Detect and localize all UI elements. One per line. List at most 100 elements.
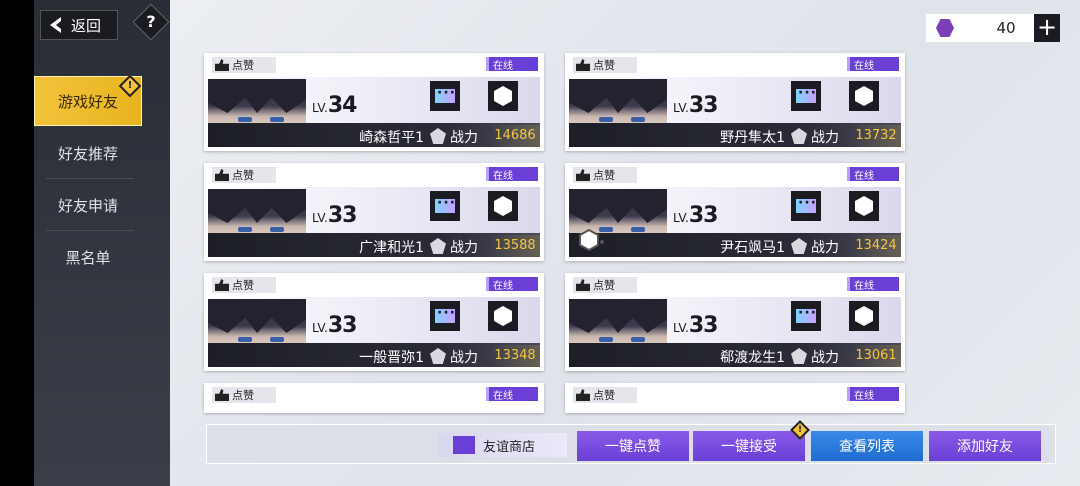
power-value: 13732 xyxy=(851,125,901,147)
power-label: 战力 xyxy=(450,240,478,256)
online-status-badge: 在线 xyxy=(486,387,538,402)
power-label: 战力 xyxy=(811,240,839,256)
chat-icon xyxy=(435,195,456,213)
player-name: 广津和光1 xyxy=(359,240,424,256)
friendship-shop-button[interactable]: 友谊商店 xyxy=(439,433,567,457)
shop-icon xyxy=(453,436,475,454)
like-button[interactable]: 点赞 xyxy=(212,167,276,183)
like-label: 点赞 xyxy=(593,279,615,292)
gift-button[interactable] xyxy=(849,301,879,331)
divider xyxy=(46,230,134,231)
power-value: 13588 xyxy=(490,235,540,257)
friend-card[interactable]: 点赞 在线 LV.34 崎森哲平1 战力 14686 xyxy=(204,53,544,151)
level-value: 34 xyxy=(327,93,358,118)
player-level: LV.33 xyxy=(673,313,719,338)
view-list-button[interactable]: 查看列表 xyxy=(811,431,923,461)
like-button[interactable]: 点赞 xyxy=(573,167,637,183)
online-label: 在线 xyxy=(854,390,874,402)
gift-icon xyxy=(494,306,512,326)
friend-card[interactable]: 点赞 在线 LV.33 郗渡龙生1 战力 13061 xyxy=(565,273,905,371)
level-value: 33 xyxy=(688,313,719,338)
online-status-badge: 在线 xyxy=(847,167,899,182)
accept-all-button[interactable]: 一键接受 xyxy=(693,431,805,461)
gift-button[interactable] xyxy=(488,81,518,111)
friend-card[interactable]: 点赞 在线 LV.33 广津和光1 战力 13588 xyxy=(204,163,544,261)
sidebar-item-blacklist[interactable]: 黑名单 xyxy=(34,232,142,282)
gift-button[interactable] xyxy=(849,191,879,221)
level-prefix: LV. xyxy=(312,211,328,225)
like-label: 点赞 xyxy=(232,59,254,72)
sidebar-item-label: 好友推荐 xyxy=(57,144,118,163)
like-label: 点赞 xyxy=(232,279,254,292)
online-label: 在线 xyxy=(493,170,513,182)
chat-button[interactable] xyxy=(430,191,460,221)
like-button[interactable]: 点赞 xyxy=(212,387,276,403)
level-value: 33 xyxy=(688,203,719,228)
bottom-action-bar: 友谊商店 一键点赞 一键接受 ! 查看列表 添加好友 xyxy=(206,420,1056,464)
friend-card-partial[interactable]: 点赞 在线 xyxy=(565,383,905,413)
sidebar-item-label: 游戏好友 xyxy=(57,92,118,111)
thumbs-up-icon xyxy=(576,59,590,71)
gift-button[interactable] xyxy=(488,191,518,221)
level-prefix: LV. xyxy=(312,101,328,115)
friend-card-partial[interactable]: 点赞 在线 xyxy=(204,383,544,413)
like-all-button[interactable]: 一键点赞 xyxy=(577,431,689,461)
back-arrow-icon xyxy=(50,17,61,33)
divider xyxy=(46,178,134,179)
player-level: LV.33 xyxy=(312,203,357,228)
add-friend-button[interactable]: 添加好友 xyxy=(929,431,1041,461)
sidebar-item-recommend[interactable]: 好友推荐 xyxy=(34,128,142,178)
player-level: LV.33 xyxy=(673,203,719,228)
like-label: 点赞 xyxy=(593,59,615,72)
thumbs-up-icon xyxy=(576,389,590,401)
sidebar-item-label: 好友申请 xyxy=(57,196,118,215)
thumbs-up-icon xyxy=(215,389,229,401)
thumbs-up-icon xyxy=(215,169,229,181)
level-value: 33 xyxy=(327,313,358,338)
like-button[interactable]: 点赞 xyxy=(573,387,637,403)
chat-button[interactable] xyxy=(430,81,460,111)
add-currency-button[interactable]: + xyxy=(1034,14,1060,42)
thumbs-up-icon xyxy=(576,279,590,291)
like-label: 点赞 xyxy=(593,389,615,402)
player-name: 一般晋弥1 xyxy=(359,350,424,366)
level-prefix: LV. xyxy=(312,321,328,335)
power-label: 战力 xyxy=(811,350,839,366)
player-level: LV.34 xyxy=(312,93,358,118)
online-status-badge: 在线 xyxy=(847,57,899,72)
friend-card[interactable]: 点赞 在线 LV.33 一般晋弥1 战力 13348 xyxy=(204,273,544,371)
chat-button[interactable] xyxy=(791,81,821,111)
help-button[interactable]: ? xyxy=(132,3,170,41)
friend-card[interactable]: 点赞 在线 LV.33 尹石飒马1 战力 13424 xyxy=(565,163,905,261)
online-status-badge: 在线 xyxy=(486,167,538,182)
like-button[interactable]: 点赞 xyxy=(212,57,276,73)
player-level: LV.33 xyxy=(312,313,358,338)
online-label: 在线 xyxy=(854,170,874,182)
gift-button[interactable] xyxy=(849,81,879,111)
chat-button[interactable] xyxy=(791,301,821,331)
back-button[interactable]: 返回 xyxy=(40,10,118,40)
friends-screen: 返回 ? 游戏好友 ! 好友推荐 好友申请 黑名单 40 + 点赞 在线 LV.… xyxy=(34,0,1080,486)
online-label: 在线 xyxy=(493,60,513,72)
thumbs-up-icon xyxy=(576,169,590,181)
power-label: 战力 xyxy=(811,130,839,146)
player-name: 野丹隼太1 xyxy=(720,130,785,146)
loading-spinner-icon xyxy=(572,226,606,260)
level-prefix: LV. xyxy=(673,211,689,225)
gift-button[interactable] xyxy=(488,301,518,331)
like-button[interactable]: 点赞 xyxy=(212,277,276,293)
gift-icon xyxy=(855,86,873,106)
online-status-badge: 在线 xyxy=(847,387,899,402)
online-status-badge: 在线 xyxy=(486,57,538,72)
chat-icon xyxy=(435,305,456,323)
chat-icon xyxy=(796,305,817,323)
friend-card[interactable]: 点赞 在线 LV.33 野丹隼太1 战力 13732 xyxy=(565,53,905,151)
chat-button[interactable] xyxy=(791,191,821,221)
power-value: 13424 xyxy=(851,235,901,257)
power-value: 13061 xyxy=(851,345,901,367)
chat-button[interactable] xyxy=(430,301,460,331)
like-button[interactable]: 点赞 xyxy=(573,57,637,73)
power-value: 14686 xyxy=(490,125,540,147)
like-button[interactable]: 点赞 xyxy=(573,277,637,293)
sidebar-item-requests[interactable]: 好友申请 xyxy=(34,180,142,230)
